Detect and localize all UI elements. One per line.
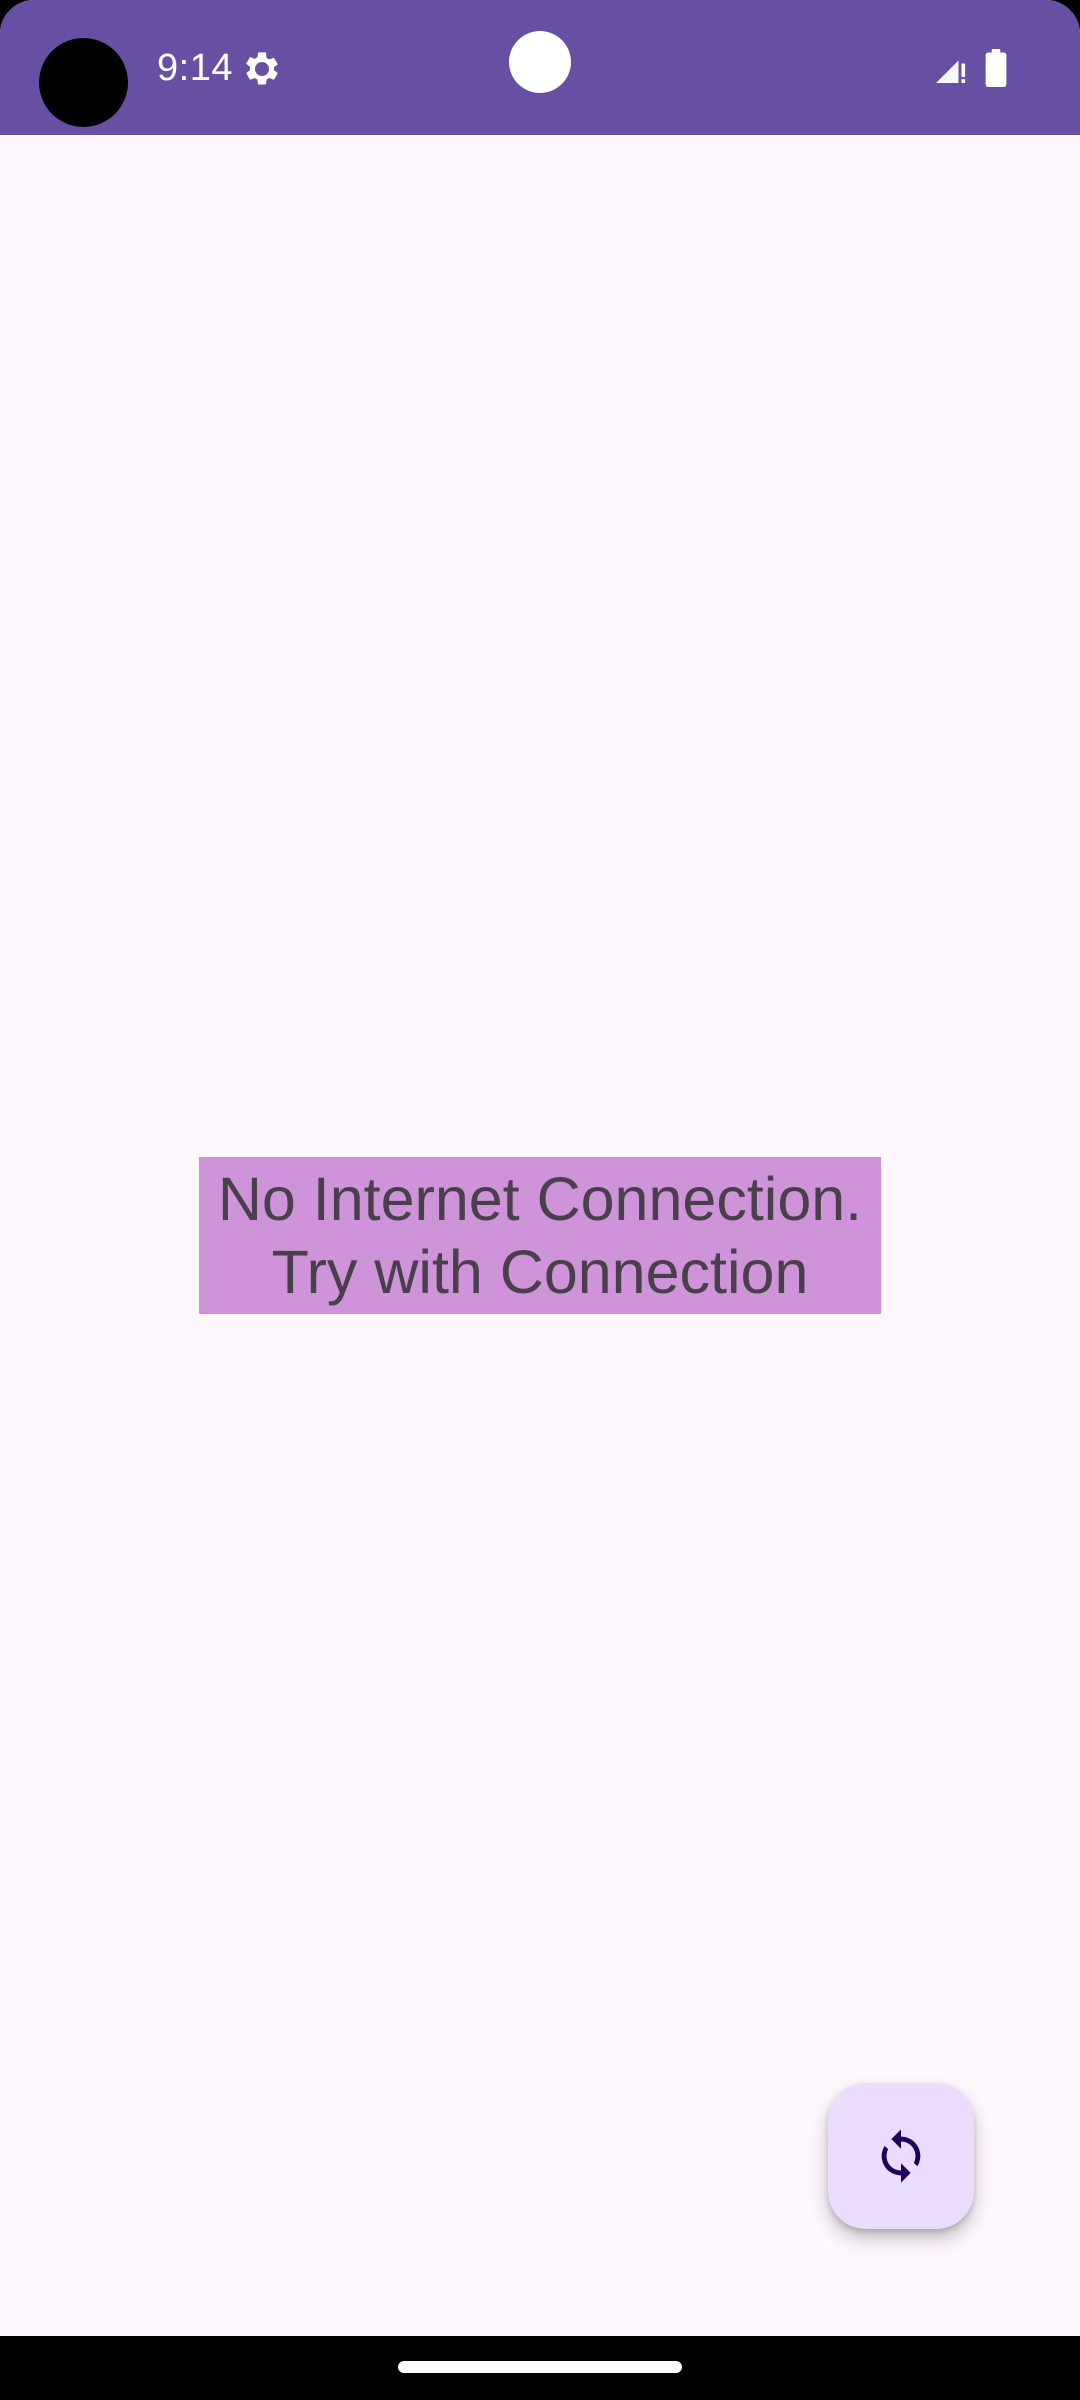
no-connection-message: No Internet Connection. Try with Connect…	[199, 1157, 881, 1314]
status-bar: 9:14	[0, 0, 1080, 135]
camera-cutout	[39, 38, 128, 127]
battery-icon	[985, 49, 1007, 87]
home-gesture-bar[interactable]	[398, 2361, 682, 2373]
refresh-icon	[881, 2129, 921, 2183]
front-sensor	[509, 31, 571, 93]
status-time: 9:14	[157, 47, 233, 89]
signal-icon	[936, 60, 966, 83]
message-line-1: No Internet Connection.	[217, 1165, 863, 1233]
app-screen: 9:14 No Internet Connection. Try with Co…	[0, 0, 1080, 2336]
refresh-button[interactable]	[828, 2083, 974, 2229]
message-line-2: Try with Connection	[271, 1238, 809, 1306]
settings-icon	[246, 52, 278, 85]
